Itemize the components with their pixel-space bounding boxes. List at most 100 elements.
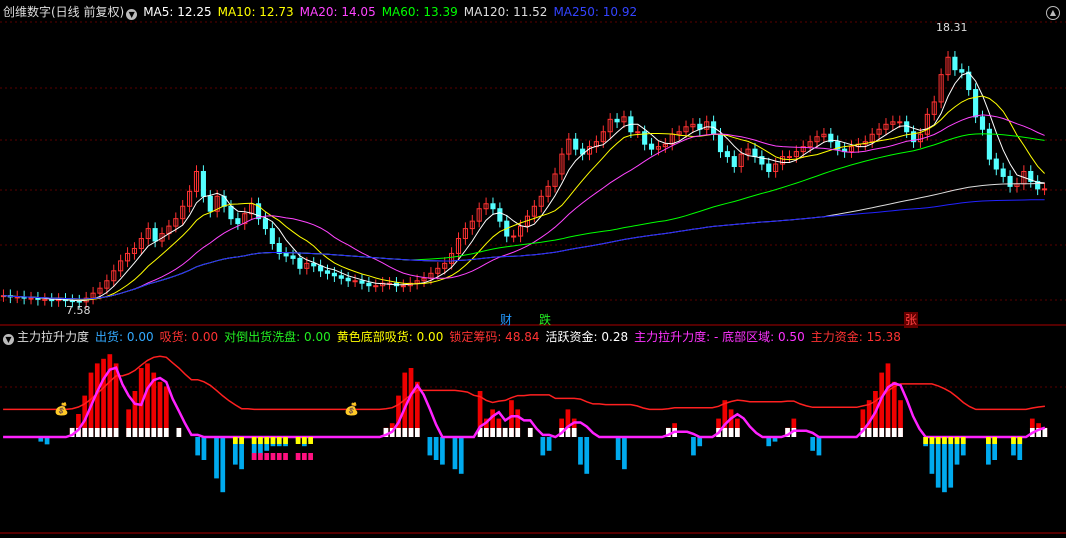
- candle-body: [766, 163, 772, 172]
- collapse-icon[interactable]: ▲: [1046, 6, 1060, 20]
- indicator-bar-base: [163, 428, 169, 437]
- chevron-down-icon[interactable]: ▼: [126, 9, 138, 20]
- ma250-value: MA250: 10.92: [553, 5, 638, 19]
- candle-body: [786, 156, 793, 159]
- pink-mark: [295, 453, 301, 460]
- huoyue-value: 活跃资金: 0.28: [545, 330, 629, 344]
- candle-body: [311, 262, 317, 267]
- indicator-bar-base: [873, 428, 878, 437]
- candle-body: [614, 118, 620, 123]
- yellow-mark: [251, 437, 257, 444]
- candle-body: [352, 280, 358, 283]
- high-price-label: 18.31: [936, 21, 968, 34]
- indicator-bar-base: [483, 428, 489, 437]
- candle-body: [1000, 168, 1006, 177]
- yellow-mark: [929, 437, 935, 444]
- candle-body: [324, 270, 331, 274]
- ma20-value: MA20: 14.05: [299, 5, 376, 19]
- indicator-bar-down: [214, 437, 219, 479]
- indicator-bar-base: [101, 428, 106, 437]
- indicator-bar-base: [94, 428, 100, 437]
- indicator-bar-down: [584, 437, 590, 474]
- signal-markers: [232, 437, 1023, 460]
- indicator-bar-base: [885, 428, 891, 437]
- candle-body: [400, 285, 406, 288]
- indicator-bar-base: [414, 428, 420, 437]
- candle-body: [1007, 175, 1013, 187]
- indicator-bar-base: [113, 428, 119, 437]
- yellow-mark: [283, 437, 288, 444]
- ma20-line: [3, 114, 1045, 300]
- pink-mark: [276, 453, 282, 460]
- indicator-bar-base: [88, 428, 94, 437]
- ma120-value: MA120: 11.52: [463, 5, 548, 19]
- indicator-bar-up: [107, 354, 113, 437]
- yellow-mark: [960, 437, 966, 444]
- candle-body: [262, 218, 269, 230]
- stock-chart-window: 创维数字(日线 前复权) ▼ MA5: 12.25 MA10: 12.73 MA20: …: [0, 0, 1066, 535]
- indicator-bar-down: [540, 437, 546, 456]
- indicator-bars: [38, 354, 1048, 493]
- pink-mark: [308, 453, 313, 460]
- marker-die: 跌: [539, 313, 552, 327]
- indicator-bar-base: [408, 428, 414, 437]
- indicator-bar-base: [891, 428, 897, 437]
- candle-body: [331, 272, 337, 277]
- yellow-mark: [935, 437, 941, 444]
- candle-body: [973, 89, 979, 118]
- candle-body: [717, 133, 724, 153]
- yellow-mark: [948, 437, 954, 444]
- indicator-bar-base: [728, 428, 734, 437]
- money-bag-icon: 💰: [54, 402, 69, 416]
- candle-body: [366, 282, 372, 287]
- yellow-mark: [954, 437, 960, 444]
- indicator-bar-up: [885, 363, 891, 437]
- candle-body: [359, 280, 365, 284]
- candle-body: [290, 255, 296, 259]
- money-bag-icon: 💰: [344, 402, 359, 416]
- candle-body: [490, 203, 496, 210]
- candle-body: [76, 300, 82, 303]
- yellow-mark: [295, 437, 301, 444]
- indicator-bar-down: [427, 437, 433, 456]
- candle-body: [648, 143, 655, 150]
- candlestick-series: [0, 51, 1048, 309]
- zhuli-value: 主力资金: 15.38: [810, 330, 901, 344]
- marker-cai: 财: [500, 313, 513, 327]
- ma60-value: MA60: 13.39: [381, 5, 458, 19]
- indicator-bar-base: [107, 428, 113, 437]
- indicator-bar-down: [810, 437, 816, 451]
- candle-body: [269, 228, 275, 245]
- indicator-bar-down: [942, 437, 947, 493]
- indicator-bar-base: [496, 428, 502, 437]
- marker-zhang: 张: [904, 312, 919, 328]
- candle-body: [283, 252, 289, 257]
- sub-header: ▼ 主力拉升力度 出货: 0.00 吸货: 0.00 对倒出货洗盘: 0.00 黄色底部吸…: [3, 329, 907, 345]
- candle-body: [952, 56, 958, 71]
- candle-body: [635, 131, 641, 134]
- suoding-value: 锁定筹码: 48.84: [449, 330, 540, 344]
- indicator-bar-base: [157, 428, 163, 437]
- ma5-line: [3, 72, 1045, 302]
- candle-body: [338, 275, 344, 279]
- candle-body: [752, 148, 758, 158]
- candle-body: [979, 116, 986, 130]
- indicator-bar-down: [697, 437, 703, 447]
- yellow-mark: [276, 437, 282, 444]
- ma60-line: [3, 133, 1045, 300]
- indicator-bar-base: [527, 428, 533, 437]
- ma5-value: MA5: 12.25: [143, 5, 212, 19]
- chart-canvas[interactable]: [0, 0, 1066, 535]
- indicator-bar-down: [220, 437, 226, 493]
- candle-body: [373, 285, 379, 288]
- chevron-down-icon[interactable]: ▼: [3, 334, 14, 345]
- yellow-mark: [1011, 437, 1016, 444]
- low-price-label: 7.58: [66, 304, 91, 317]
- indicator-bar-down: [948, 437, 954, 488]
- indicator-bar-down: [201, 437, 207, 460]
- pink-mark: [264, 453, 270, 460]
- pink-mark: [251, 453, 257, 460]
- indicator-bar-down: [622, 437, 627, 470]
- indicator-bar-up: [145, 363, 150, 437]
- candle-body: [42, 298, 48, 301]
